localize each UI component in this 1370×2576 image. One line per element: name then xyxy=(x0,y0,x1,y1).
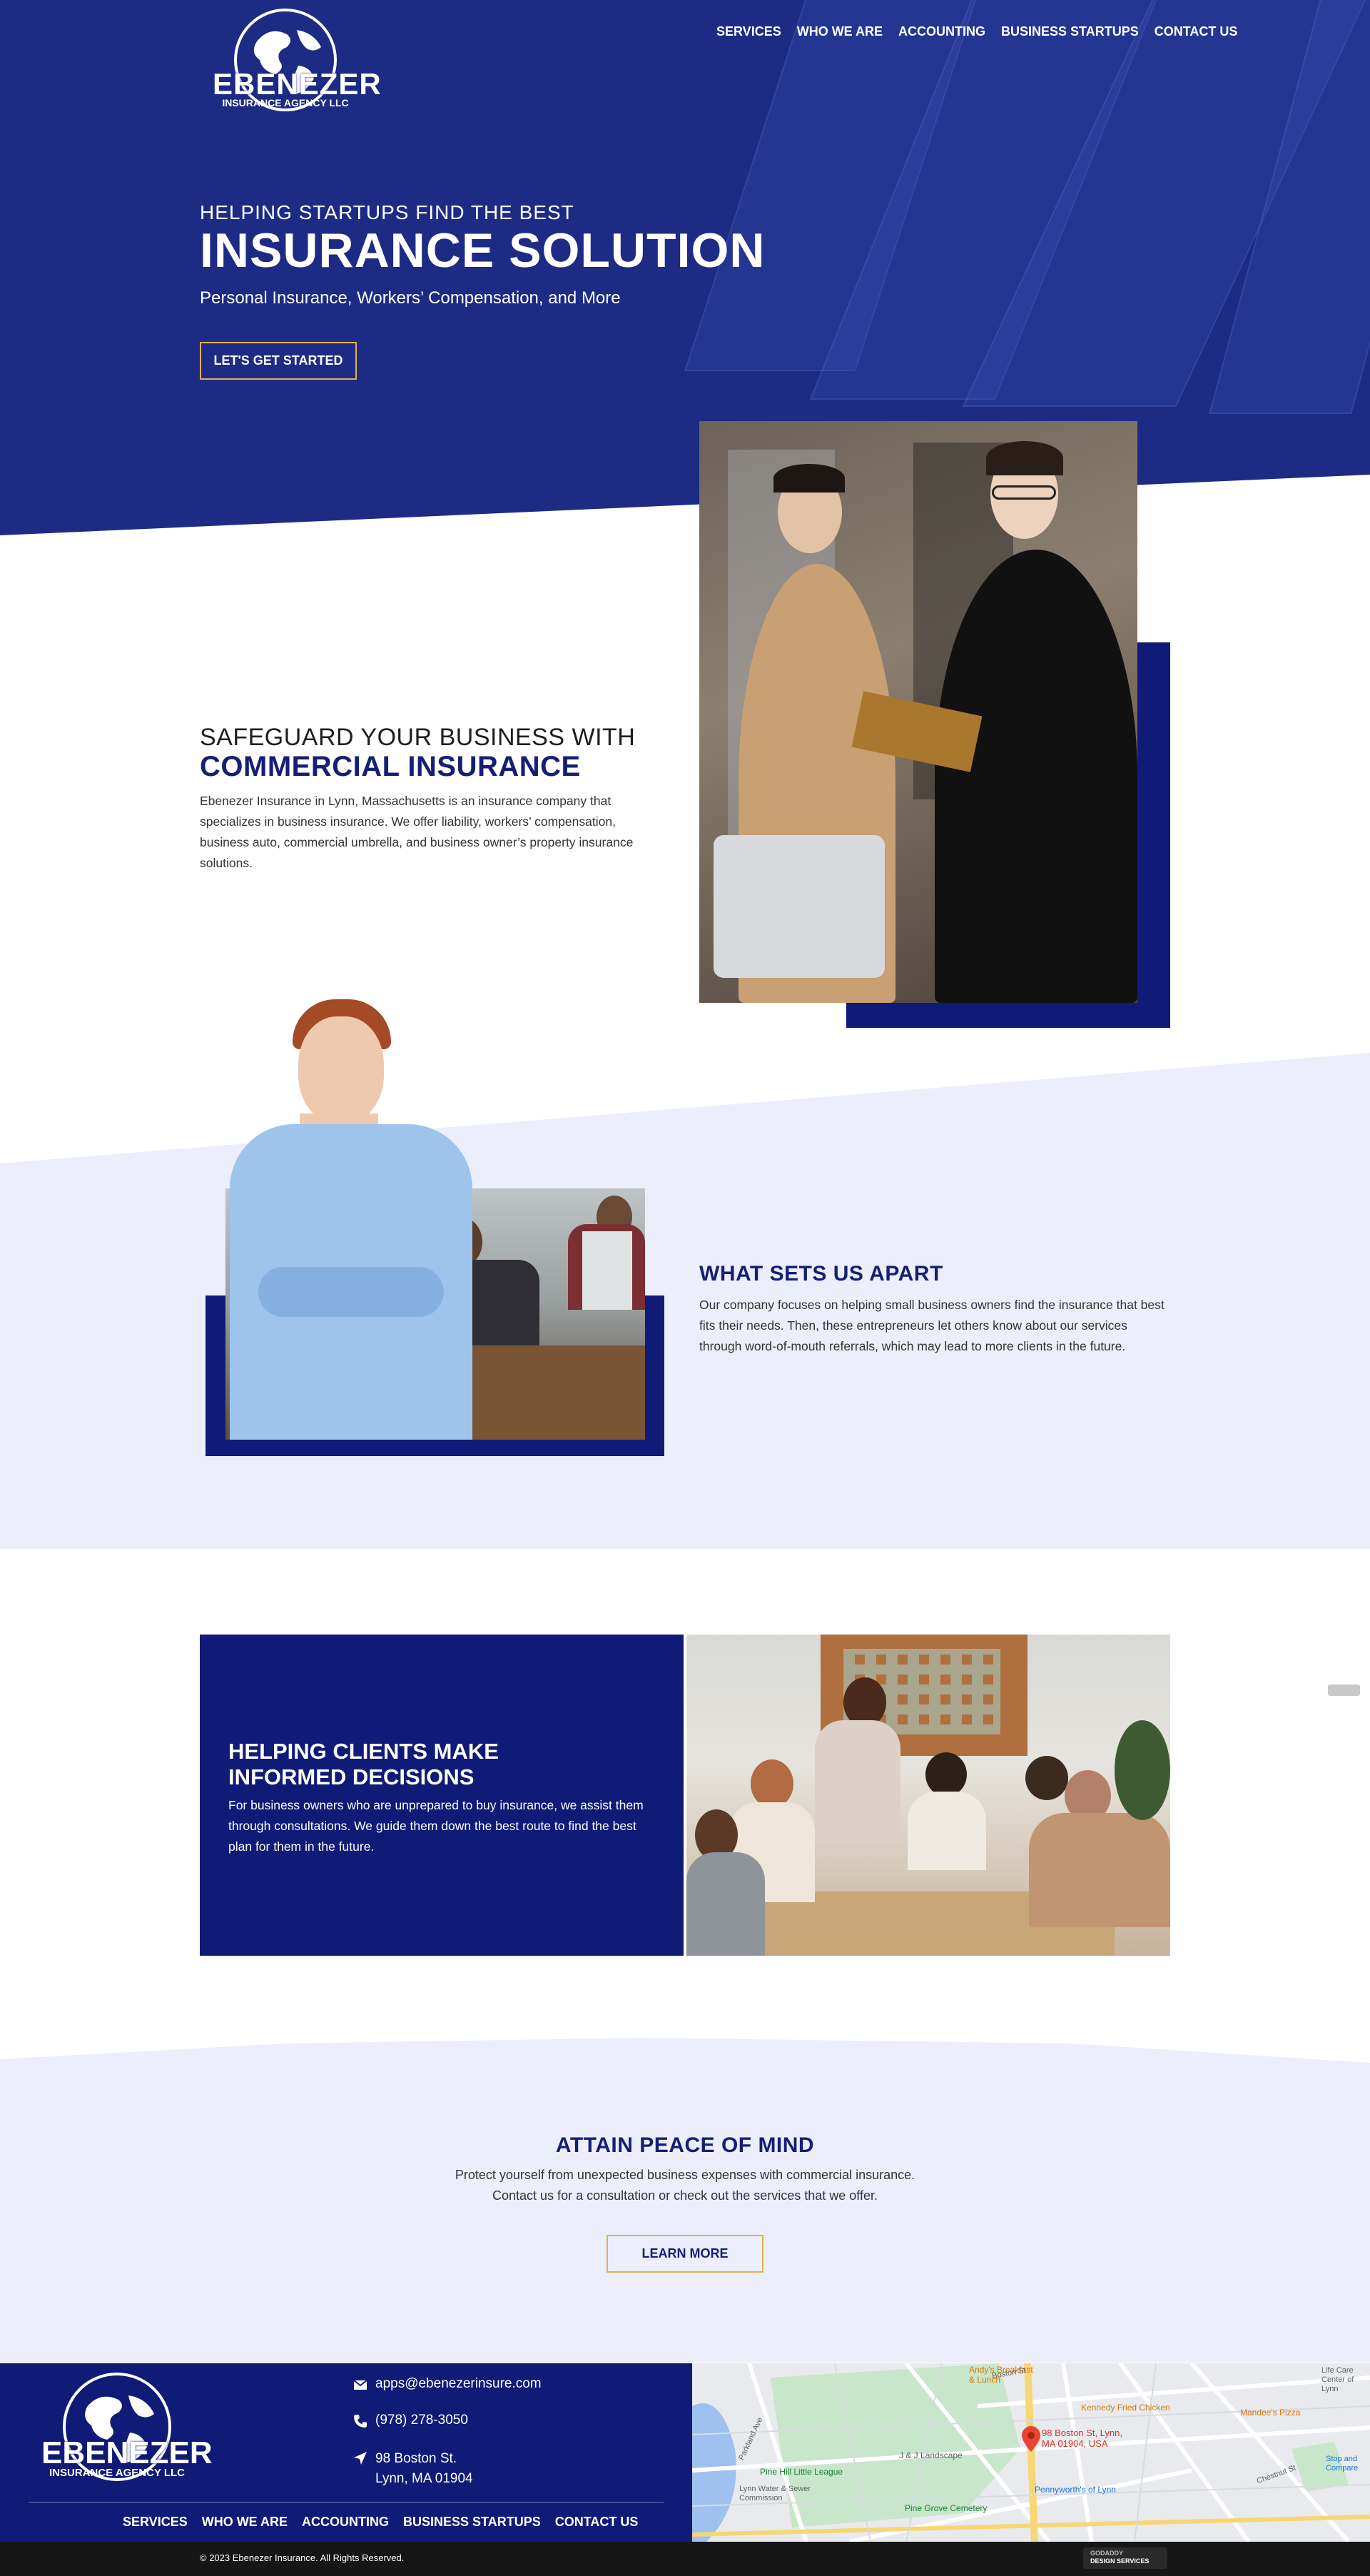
map-place: Kennedy Fried Chicken xyxy=(1081,2403,1170,2413)
clients-title-line1: HELPING CLIENTS MAKE xyxy=(228,1739,499,1764)
brand-tagline: INSURANCE AGENCY LLC xyxy=(222,97,349,108)
apart-body: Our company focuses on helping small bus… xyxy=(699,1298,1164,1353)
location-map[interactable]: 98 Boston St, Lynn, MA 01904, USA Andy's… xyxy=(692,2363,1370,2542)
clients-title-line2: INFORMED DECISIONS xyxy=(228,1764,475,1789)
peace-line1: Protect yourself from unexpected busines… xyxy=(455,2168,915,2182)
footer-nav-business-startups[interactable]: BUSINESS STARTUPS xyxy=(403,2515,541,2530)
footer-nav-who-we-are[interactable]: WHO WE ARE xyxy=(202,2515,288,2530)
man-cutout xyxy=(285,999,398,1131)
footer-phone[interactable]: (978) 278-3050 xyxy=(375,2413,468,2428)
hero-title: INSURANCE SOLUTION xyxy=(200,223,766,278)
hero-kicker: HELPING STARTUPS FIND THE BEST xyxy=(200,201,574,223)
brand-name: EBENEZER xyxy=(213,67,382,101)
email-icon xyxy=(353,2380,367,2390)
footer-email[interactable]: apps@ebenezerinsure.com xyxy=(375,2376,542,2392)
main-nav: SERVICES WHO WE ARE ACCOUNTING BUSINESS … xyxy=(716,24,1237,39)
clients-title: HELPING CLIENTS MAKE INFORMED DECISIONS xyxy=(228,1739,499,1790)
map-place: Stop and Compare xyxy=(1326,2455,1359,2473)
location-arrow-icon xyxy=(354,2452,367,2465)
footer-address-line2: Lynn, MA 01904 xyxy=(375,2471,473,2486)
map-place: Pennyworth's of Lynn xyxy=(1035,2485,1116,2495)
apart-title: WHAT SETS US APART xyxy=(699,1262,943,1286)
hero-section: EBENEZER INSURANCE AGENCY LLC SERVICES W… xyxy=(0,0,1370,535)
brand-logo[interactable]: EBENEZER INSURANCE AGENCY LLC xyxy=(213,6,382,113)
map-pin-label: 98 Boston St, Lynn, MA 01904, USA xyxy=(1042,2428,1122,2449)
get-started-button[interactable]: LET'S GET STARTED xyxy=(200,342,357,380)
map-place: Pine Grove Cemetery xyxy=(905,2503,988,2513)
phone-icon xyxy=(354,2415,367,2428)
clients-body: For business owners who are unprepared t… xyxy=(228,1798,644,1854)
map-pin-icon xyxy=(1022,2426,1040,2452)
footer-brand-tagline: INSURANCE AGENCY LLC xyxy=(49,2467,185,2479)
footer-address-line1: 98 Boston St. xyxy=(375,2451,457,2466)
commercial-heading-line1: SAFEGUARD YOUR BUSINESS WITH xyxy=(200,724,636,751)
nav-services[interactable]: SERVICES xyxy=(716,24,781,39)
learn-more-button[interactable]: LEARN MORE xyxy=(607,2235,763,2273)
peace-body: Protect yourself from unexpected busines… xyxy=(0,2165,1370,2206)
copyright: © 2023 Ebenezer Insurance. All Rights Re… xyxy=(200,2552,405,2563)
map-roads xyxy=(692,2363,1370,2542)
commercial-heading-line2: COMMERCIAL INSURANCE xyxy=(200,751,581,782)
man-shirt xyxy=(230,1124,472,1440)
peace-line2: Contact us for a consultation or check o… xyxy=(492,2188,878,2203)
businesswomen-photo xyxy=(699,421,1137,1003)
side-tab[interactable] xyxy=(1328,1684,1360,1696)
nav-accounting[interactable]: ACCOUNTING xyxy=(898,24,985,39)
hero-subtitle: Personal Insurance, Workers’ Compensatio… xyxy=(200,288,621,308)
footer-brand-name: EBENEZER xyxy=(41,2435,213,2470)
nav-contact-us[interactable]: CONTACT US xyxy=(1155,24,1238,39)
map-place: J & J Landscape xyxy=(899,2450,963,2460)
footer-nav-services[interactable]: SERVICES xyxy=(123,2515,188,2530)
meeting-photo xyxy=(686,1635,1170,1956)
footer-nav-contact-us[interactable]: CONTACT US xyxy=(555,2515,639,2530)
nav-who-we-are[interactable]: WHO WE ARE xyxy=(797,24,883,39)
commercial-body: Ebenezer Insurance in Lynn, Massachusett… xyxy=(200,794,634,870)
map-place: Pine Hill Little League xyxy=(760,2467,843,2477)
nav-business-startups[interactable]: BUSINESS STARTUPS xyxy=(1001,24,1139,39)
map-place: Mandee's Pizza xyxy=(1240,2408,1301,2418)
footer-nav: SERVICES WHO WE ARE ACCOUNTING BUSINESS … xyxy=(123,2515,638,2530)
map-place: Lynn Water & Sewer Commission xyxy=(739,2485,811,2502)
godaddy-badge[interactable]: GODADDY DESIGN SERVICES xyxy=(1083,2547,1167,2569)
footer-logo[interactable]: EBENEZER INSURANCE AGENCY LLC xyxy=(41,2371,213,2487)
footer-nav-accounting[interactable]: ACCOUNTING xyxy=(302,2515,389,2530)
map-place: Life Care Center of Lynn xyxy=(1321,2366,1354,2393)
footer-address: 98 Boston St. Lynn, MA 01904 xyxy=(375,2449,473,2489)
peace-title: ATTAIN PEACE OF MIND xyxy=(555,2133,815,2157)
